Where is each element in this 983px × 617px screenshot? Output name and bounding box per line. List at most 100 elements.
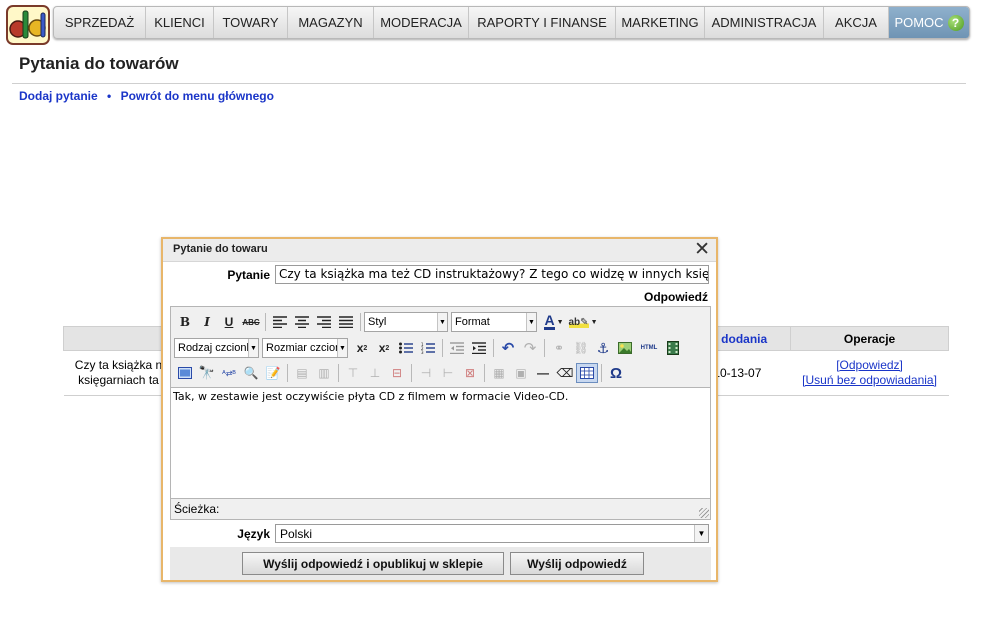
undo-icon[interactable]: ↶ — [497, 338, 519, 358]
question-cell: Czy ta książka n księgarniach ta — [63, 350, 174, 396]
answer-editor-content[interactable]: Tak, w zestawie jest oczywiście płyta CD… — [171, 387, 710, 499]
send-answer-button[interactable]: Wyślij odpowiedź — [510, 552, 644, 575]
highlight-color-icon[interactable]: ab✎ ▼ — [568, 312, 598, 332]
superscript-icon[interactable]: x2 — [373, 338, 395, 358]
back-to-menu-link[interactable]: Powrót do menu głównego — [121, 89, 274, 103]
font-size-select[interactable]: Rozmiar czcionki ▼ — [262, 338, 348, 358]
editor-path-label: Ścieżka: — [174, 502, 220, 516]
merge-cells-icon[interactable]: ▣ — [510, 363, 532, 383]
answer-dialog: Pytanie do towaru ✕ Pytanie Czy ta książ… — [161, 237, 718, 582]
italic-icon[interactable]: I — [196, 312, 218, 332]
underline-icon[interactable]: U — [218, 312, 240, 332]
answer-label: Odpowiedź — [644, 290, 708, 304]
toolbar-separator — [544, 339, 545, 357]
format-select[interactable]: Format ▼ — [451, 312, 537, 332]
row-props-icon[interactable]: ▤ — [291, 363, 313, 383]
nav-item-sales[interactable]: SPRZEDAŻ — [54, 7, 146, 38]
insert-col-before-icon[interactable]: ⊣ — [415, 363, 437, 383]
align-right-icon[interactable] — [313, 312, 335, 332]
help-icon: ? — [947, 14, 964, 31]
anchor-icon[interactable]: ⚓ — [592, 338, 614, 358]
nav-item-warehouse[interactable]: MAGAZYN — [288, 7, 374, 38]
indent-icon[interactable] — [468, 338, 490, 358]
nav-item-promo[interactable]: AKCJA — [824, 7, 889, 38]
nav-item-marketing[interactable]: MARKETING — [616, 7, 705, 38]
toolbar-separator — [442, 339, 443, 357]
nav-item-administration[interactable]: ADMINISTRACJA — [705, 7, 824, 38]
chevron-down-icon: ▼ — [437, 313, 447, 331]
add-question-link[interactable]: Dodaj pytanie — [19, 89, 98, 103]
page-title: Pytania do towarów — [19, 54, 179, 73]
insert-col-after-icon[interactable]: ⊢ — [437, 363, 459, 383]
strikethrough-icon[interactable]: ABC — [240, 312, 262, 332]
nav-item-clients[interactable]: KLIENCI — [146, 7, 214, 38]
redo-icon[interactable]: ↷ — [519, 338, 541, 358]
nav-item-reports[interactable]: RAPORTY I FINANSE — [469, 7, 616, 38]
style-select[interactable]: Styl ▼ — [364, 312, 448, 332]
question-field[interactable]: Czy ta książka ma też CD instruktażowy? … — [275, 265, 709, 284]
eraser-icon[interactable]: ⌫ — [554, 363, 576, 383]
align-left-icon[interactable] — [269, 312, 291, 332]
toolbar-separator — [338, 364, 339, 382]
preview-icon[interactable]: 🔍 — [240, 363, 262, 383]
language-select[interactable]: Polski ▼ — [275, 524, 709, 543]
align-center-icon[interactable] — [291, 312, 313, 332]
special-char-icon[interactable]: Ω — [605, 363, 627, 383]
font-family-select[interactable]: Rodzaj czcionki ▼ — [174, 338, 259, 358]
toolbar-separator — [493, 339, 494, 357]
edit-cleanup-icon[interactable]: 📝 — [262, 363, 284, 383]
image-icon[interactable] — [614, 338, 636, 358]
delete-row-icon[interactable]: ⊟ — [386, 363, 408, 383]
header-question — [63, 326, 174, 351]
fullscreen-icon[interactable] — [174, 363, 196, 383]
dialog-footer: Wyślij odpowiedź i opublikuj w sklepie W… — [170, 547, 711, 580]
delete-col-icon[interactable]: ⊠ — [459, 363, 481, 383]
send-and-publish-button[interactable]: Wyślij odpowiedź i opublikuj w sklepie — [242, 552, 504, 575]
split-cells-icon[interactable]: ▦ — [488, 363, 510, 383]
toolbar-separator — [601, 364, 602, 382]
find-icon[interactable]: 🔭 — [196, 363, 218, 383]
outdent-icon[interactable] — [446, 338, 468, 358]
resize-handle-icon[interactable] — [699, 508, 709, 518]
subscript-icon[interactable]: x2 — [351, 338, 373, 358]
dialog-header: Pytanie do towaru ✕ — [163, 239, 716, 262]
operations-cell: [Odpowiedz] [Usuń bez odpowiadania] — [790, 350, 949, 396]
rich-text-editor: B I U ABC Styl ▼ Format ▼ A ▼ ab✎ ▼ Rodz… — [170, 306, 711, 520]
question-row: Pytanie Czy ta książka ma też CD instruk… — [163, 265, 716, 285]
align-justify-icon[interactable] — [335, 312, 357, 332]
text-color-icon[interactable]: A ▼ — [540, 312, 568, 332]
toolbar-row-2: Rodzaj czcionki ▼ Rozmiar czcionki ▼ x2 … — [174, 336, 684, 360]
language-row: Język Polski ▼ — [163, 524, 716, 544]
chevron-down-icon: ▼ — [526, 313, 536, 331]
question-label: Pytanie — [227, 268, 270, 282]
html-source-icon[interactable]: HTML — [636, 338, 662, 358]
nav-item-products[interactable]: TOWARY — [214, 7, 288, 38]
table-icon[interactable] — [576, 363, 598, 383]
nav-item-help[interactable]: POMOC ? — [889, 7, 969, 38]
language-label: Język — [237, 527, 270, 541]
insert-row-after-icon[interactable]: ⊥ — [364, 363, 386, 383]
delete-without-reply-link[interactable]: [Usuń bez odpowiadania] — [802, 373, 937, 387]
replace-icon[interactable]: ᴬ⇄ᴮ — [218, 363, 240, 383]
main-nav: SPRZEDAŻ KLIENCI TOWARY MAGAZYN MODERACJ… — [53, 6, 970, 39]
horizontal-rule-icon[interactable]: — — [532, 363, 554, 383]
bullet-list-icon[interactable] — [395, 338, 417, 358]
toolbar-separator — [360, 313, 361, 331]
logo — [6, 5, 50, 45]
bold-icon[interactable]: B — [174, 312, 196, 332]
close-icon[interactable]: ✕ — [694, 240, 710, 260]
link-icon[interactable]: ⚭ — [548, 338, 570, 358]
cell-props-icon[interactable]: ▥ — [313, 363, 335, 383]
header-operations: Operacje — [790, 326, 949, 351]
reply-link[interactable]: [Odpowiedz] — [836, 358, 903, 372]
unlink-icon[interactable]: ⛓ — [570, 338, 592, 358]
insert-row-before-icon[interactable]: ⊤ — [342, 363, 364, 383]
nav-item-moderation[interactable]: MODERACJA — [374, 7, 469, 38]
page-links: Dodaj pytanie • Powrót do menu głównego — [19, 89, 274, 103]
toolbar-row-3: 🔭 ᴬ⇄ᴮ 🔍 📝 ▤ ▥ ⊤ ⊥ ⊟ ⊣ ⊢ ⊠ ▦ ▣ — ⌫ Ω — [174, 361, 627, 385]
svg-text:3: 3 — [421, 350, 424, 354]
numbered-list-icon[interactable]: 123 — [417, 338, 439, 358]
chevron-down-icon: ▼ — [337, 339, 347, 357]
media-icon[interactable] — [662, 338, 684, 358]
chevron-down-icon: ▼ — [694, 525, 708, 542]
